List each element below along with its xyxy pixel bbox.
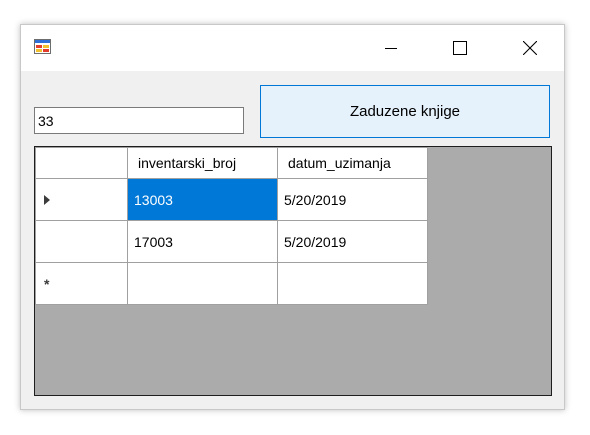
- minimize-button[interactable]: [368, 25, 414, 71]
- grid-header-row: inventarski_broj datum_uzimanja: [35, 147, 428, 179]
- new-row-asterisk-icon: *: [44, 275, 50, 292]
- minimize-icon: [385, 42, 397, 54]
- grid-cell-datum-uzimanja[interactable]: 5/20/2019: [277, 220, 428, 263]
- grid-cell-inventarski-broj[interactable]: 13003: [127, 178, 278, 221]
- new-table-row[interactable]: *: [35, 262, 428, 305]
- close-icon: [523, 41, 537, 55]
- grid-cell-inventarski-broj[interactable]: 17003: [127, 220, 278, 263]
- data-grid[interactable]: inventarski_broj datum_uzimanja 13003 5/…: [34, 146, 552, 396]
- column-header-datum-uzimanja[interactable]: datum_uzimanja: [277, 147, 428, 179]
- grid-cell-datum-uzimanja[interactable]: 5/20/2019: [277, 178, 428, 221]
- zaduzene-knjige-label: Zaduzene knjige: [349, 103, 461, 120]
- grid-corner-header[interactable]: [35, 147, 128, 179]
- table-row[interactable]: 17003 5/20/2019: [35, 220, 428, 263]
- current-row-arrow-icon: [44, 194, 50, 205]
- maximize-button[interactable]: [437, 25, 483, 71]
- title-bar[interactable]: [21, 25, 564, 71]
- zaduzene-knjige-button[interactable]: Zaduzene knjige: [260, 85, 550, 138]
- close-button[interactable]: [507, 25, 553, 71]
- grid-cell-inventarski-broj[interactable]: [127, 262, 278, 305]
- grid-cell-datum-uzimanja[interactable]: [277, 262, 428, 305]
- column-header-inventarski-broj[interactable]: inventarski_broj: [127, 147, 278, 179]
- maximize-icon: [453, 41, 467, 55]
- id-input[interactable]: [34, 107, 244, 134]
- table-row[interactable]: 13003 5/20/2019: [35, 178, 428, 221]
- row-header[interactable]: *: [35, 262, 128, 305]
- row-header[interactable]: [35, 178, 128, 221]
- row-header[interactable]: [35, 220, 128, 263]
- grid-table: inventarski_broj datum_uzimanja 13003 5/…: [35, 147, 428, 305]
- app-icon: [34, 39, 51, 54]
- app-window: Zaduzene knjige inventarski_broj datum_u…: [20, 24, 565, 410]
